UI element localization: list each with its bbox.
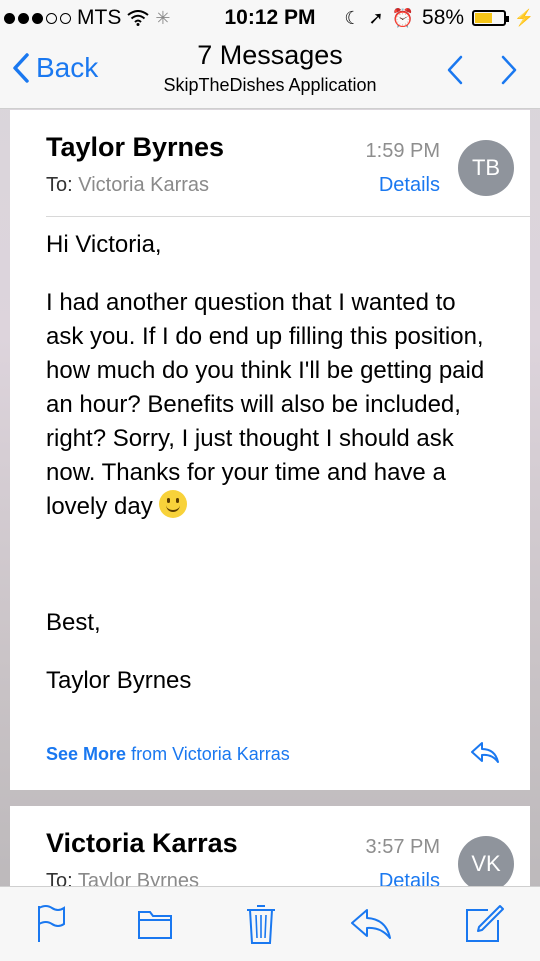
reply-icon[interactable] bbox=[470, 740, 500, 766]
bottom-toolbar bbox=[0, 886, 540, 961]
trash-icon bbox=[246, 905, 275, 944]
to-label: To: bbox=[46, 174, 73, 196]
message-navigation bbox=[446, 54, 518, 86]
message-paragraph: I had another question that I wanted to … bbox=[46, 286, 494, 524]
details-link[interactable]: Details bbox=[379, 174, 440, 197]
flag-icon bbox=[37, 905, 65, 942]
divider bbox=[46, 216, 530, 217]
message-body: Hi Victoria, I had another question that… bbox=[46, 228, 494, 722]
status-bar: MTS ✳ 10:12 PM ☾ ➚ ⏰ 58% ⚡ bbox=[0, 0, 540, 34]
signature: Taylor Byrnes bbox=[46, 667, 192, 694]
moon-icon: ☾ bbox=[344, 7, 361, 28]
signoff: Best, bbox=[46, 609, 101, 636]
reply-button[interactable] bbox=[349, 907, 393, 941]
see-more-link[interactable]: See More from Victoria Karras bbox=[46, 744, 290, 765]
status-right: ☾ ➚ ⏰ 58% ⚡ bbox=[344, 6, 534, 30]
folder-icon bbox=[138, 911, 173, 939]
message-time: 3:57 PM bbox=[365, 836, 440, 858]
reply-icon bbox=[350, 909, 391, 939]
navigation-bar: Back 7 Messages SkipTheDishes Applicatio… bbox=[0, 34, 540, 109]
up-arrow-icon[interactable] bbox=[446, 54, 464, 86]
sender-name: Taylor Byrnes bbox=[46, 132, 225, 162]
battery-icon bbox=[472, 10, 510, 26]
move-button[interactable] bbox=[137, 908, 173, 940]
recipient-line: To: Victoria Karras bbox=[46, 174, 209, 197]
see-more-label: See More bbox=[46, 744, 127, 764]
down-arrow-icon[interactable] bbox=[500, 54, 518, 86]
charging-icon: ⚡ bbox=[514, 10, 534, 27]
message-card: Taylor Byrnes To: Victoria Karras 1:59 P… bbox=[10, 110, 530, 790]
smiley-icon bbox=[159, 490, 188, 518]
sender-name: Victoria Karras bbox=[46, 828, 238, 858]
message-time: 1:59 PM bbox=[365, 140, 440, 162]
battery-percent: 58% bbox=[422, 6, 465, 29]
trash-button[interactable] bbox=[245, 903, 277, 945]
recipient-name[interactable]: Victoria Karras bbox=[78, 174, 209, 196]
see-more-from: from Victoria Karras bbox=[131, 744, 290, 764]
flag-button[interactable] bbox=[36, 904, 66, 944]
alarm-icon: ⏰ bbox=[391, 7, 415, 28]
avatar: VK bbox=[458, 836, 514, 892]
paragraph-text: I had another question that I wanted to … bbox=[46, 289, 485, 520]
compose-icon bbox=[466, 905, 505, 942]
avatar: TB bbox=[458, 140, 514, 196]
compose-button[interactable] bbox=[464, 904, 505, 944]
location-icon: ➚ bbox=[368, 7, 384, 28]
greeting: Hi Victoria, bbox=[46, 231, 162, 258]
